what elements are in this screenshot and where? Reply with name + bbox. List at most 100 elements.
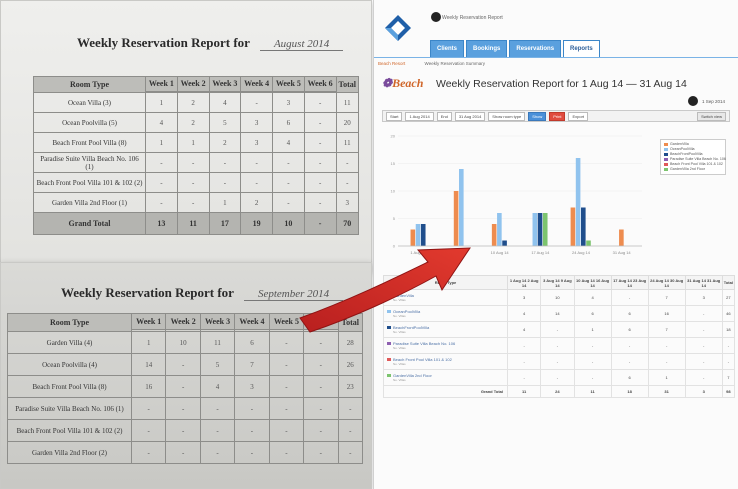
y-tick-label: 5 [393, 216, 396, 221]
room-type-cell: Beach Front Pool Villa (8) [7, 375, 132, 398]
report-title: Weekly Reservation Report for 1 Aug 14 —… [436, 78, 687, 90]
bar-4-1[interactable] [575, 158, 581, 246]
paper-table-row: Garden Villa (4) 1 10 11 6- -28 [7, 331, 364, 354]
room-type-cell: Ocean Poolvilla (4) [7, 353, 132, 376]
breadcrumb-home[interactable]: Beach Resort [378, 61, 405, 66]
legend-item[interactable]: GardenVilla 2nd Floor [664, 167, 722, 172]
col-header: Week 4 [234, 312, 270, 331]
value-cell: - [684, 337, 723, 354]
room-type-cell: Ocean Villa (3) [33, 92, 146, 113]
value-cell: 4 [208, 92, 242, 113]
value-cell: - [165, 353, 201, 376]
bar-3-1[interactable] [532, 213, 538, 246]
value-cell: - [145, 192, 178, 213]
paper-table-header: Room Type Week 1 Week 2 Week 3 Week 4 We… [33, 76, 359, 93]
value-cell: - [208, 152, 242, 173]
col-header: Week 1 [130, 312, 167, 331]
bar-0-1[interactable] [415, 224, 421, 246]
col-header: Week 6 [303, 312, 339, 331]
bar-3-2[interactable] [537, 213, 543, 246]
value-cell: 6 [234, 331, 270, 354]
room-type-cell: Paradise Suite Villa Beach No. 106 (1) [33, 152, 146, 173]
value-cell: - [303, 132, 337, 153]
breadcrumb-current: Weekly Reservation Summary [424, 61, 485, 66]
bar-0-0[interactable] [410, 229, 416, 247]
tab-bookings[interactable]: Bookings [466, 40, 508, 58]
main-nav: Clients Bookings Reservations Reports [430, 40, 600, 58]
series-swatch-icon [387, 326, 391, 329]
bar-0-2[interactable] [420, 224, 426, 246]
value-cell: 3 [240, 112, 273, 133]
value-cell: 3 [234, 375, 270, 398]
value-cell: 27 [721, 289, 736, 306]
value-cell: - [540, 353, 575, 370]
value-cell: - [573, 369, 612, 386]
summary-table-row: OceanPoolVilla No. Villas 4 14 6 6 16-46 [383, 305, 736, 322]
paper-table-row: Garden Villa 2nd Floor (1) - -1 2- -3 [33, 192, 359, 213]
print-button[interactable]: Print [549, 111, 566, 121]
room-type-select[interactable]: Show room type [488, 111, 526, 121]
value-cell: - [303, 92, 337, 113]
bar-3-5[interactable] [542, 213, 548, 246]
grand-total-label: Grand Total [383, 385, 508, 398]
value-cell: 23 [337, 375, 364, 398]
date-avatar-icon [688, 96, 698, 106]
paper-table: Room Type Week 1 Week 2 Week 3 Week 4 We… [33, 76, 359, 235]
summary-col-header: 3 Aug 14 9 Aug 14 [540, 275, 575, 290]
bar-4-5[interactable] [586, 240, 591, 247]
switch-view-button[interactable]: Switch view [697, 111, 726, 121]
breadcrumb: Beach Resort Weekly Reservation Summary [378, 61, 485, 66]
end-date-input[interactable]: 31 Aug 2014 [454, 111, 486, 121]
series-swatch-icon [387, 294, 391, 297]
bar-5-0[interactable] [619, 229, 624, 247]
room-type-cell: GardenVilla No. Villas [383, 289, 508, 306]
value-cell: - [145, 172, 178, 193]
tab-clients[interactable]: Clients [430, 40, 465, 58]
paper-table-row: Ocean Poolvilla (5) 4 2 5 3 6-20 [33, 112, 359, 133]
grand-total-cell: 98 [721, 385, 736, 398]
value-cell: - [303, 331, 339, 354]
value-cell: 1 [130, 331, 167, 354]
value-cell: 6 [610, 305, 649, 322]
bar-1-0[interactable] [453, 191, 459, 246]
value-cell: - [268, 397, 305, 420]
value-cell: 46 [721, 305, 736, 322]
paper-table-row: Garden Villa 2nd Floor (2) - - - - - - - [7, 441, 364, 464]
bar-4-2[interactable] [581, 207, 586, 247]
value-cell: 6 [272, 112, 305, 133]
col-header: Week 3 [199, 312, 236, 331]
value-cell: - [268, 353, 305, 376]
room-type-subtitle: No. Villas [393, 330, 406, 334]
value-cell: - [234, 441, 270, 464]
handwritten-month: August 2014 [259, 38, 344, 51]
legend-swatch-icon [664, 168, 668, 171]
filter-bar: Start 1 Aug 2014 End 31 Aug 2014 Show ro… [382, 110, 730, 122]
bar-2-0[interactable] [491, 224, 497, 246]
user-avatar-icon[interactable] [431, 12, 441, 22]
export-button[interactable]: Export [568, 111, 589, 121]
start-date-input[interactable]: 1 Aug 2014 [405, 111, 434, 121]
grand-total-cell: 19 [240, 212, 273, 235]
bar-4-0[interactable] [570, 207, 576, 247]
tab-reports[interactable]: Reports [563, 40, 600, 58]
bar-1-1[interactable] [459, 169, 464, 246]
summary-table-row: BeachFrontPoolVilla No. Villas 4-1 6 7-18 [383, 321, 736, 338]
value-cell: - [647, 337, 686, 354]
bar-2-2[interactable] [502, 240, 507, 247]
value-cell: - [337, 419, 364, 442]
paper-table: Room Type Week 1 Week 2 Week 3 Week 4 We… [7, 312, 364, 464]
legend-label: GardenVilla 2nd Floor [670, 167, 705, 171]
bar-2-1[interactable] [497, 213, 502, 246]
room-type-subtitle: No. Villas [393, 314, 406, 318]
tab-reservations[interactable]: Reservations [509, 40, 562, 58]
paper-title: Weekly Reservation Report for August 2014 [77, 35, 344, 51]
room-type-cell: BeachFrontPoolVilla No. Villas [383, 321, 508, 338]
col-header: Week 6 [303, 76, 337, 92]
value-cell: - [303, 375, 339, 398]
value-cell: 7 [234, 353, 270, 376]
value-cell: - [573, 353, 612, 370]
composite-image: Weekly Reservation Report for August 2014… [0, 0, 738, 489]
show-button[interactable]: Show [528, 111, 547, 121]
value-cell: 3 [506, 289, 542, 306]
value-cell: 6 [610, 369, 649, 386]
